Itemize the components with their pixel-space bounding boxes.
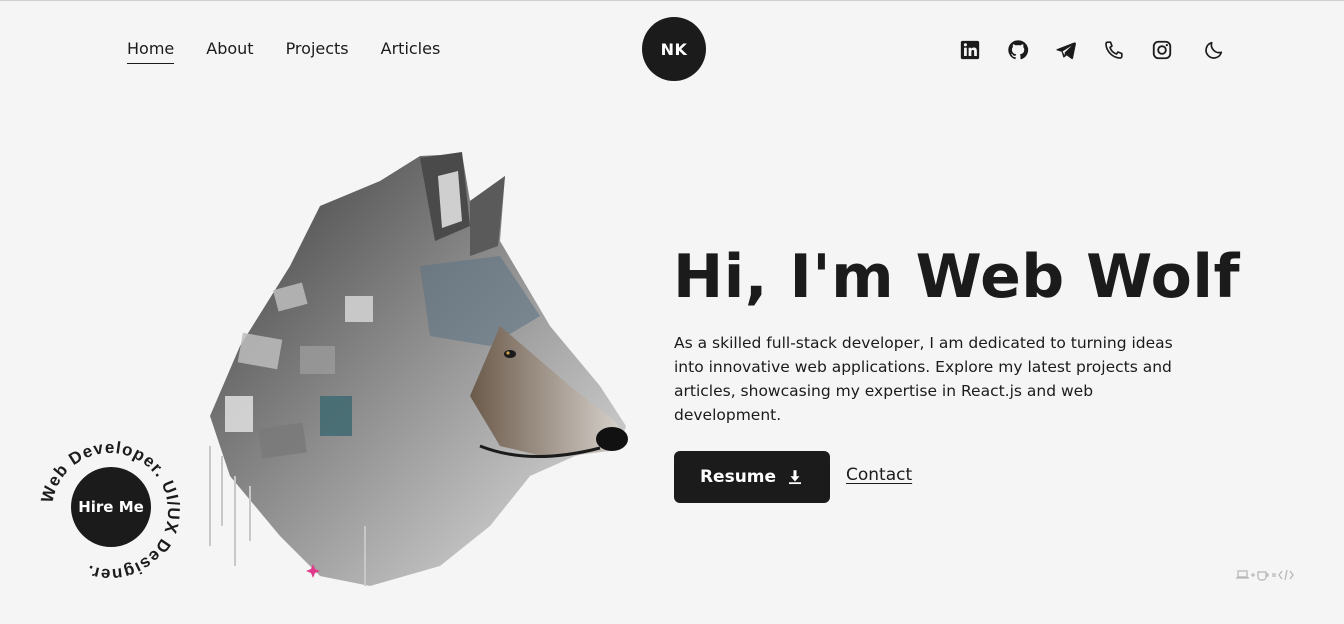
hero-title: Hi, I'm Web Wolf [673,242,1241,312]
instagram-icon[interactable] [1138,35,1186,65]
resume-label: Resume [699,467,777,487]
laptop-coffee-code-icon [1236,569,1294,581]
linkedin-icon[interactable] [946,35,994,65]
resume-button[interactable]: Resume [674,451,830,503]
nav-home-link[interactable]: Home [127,39,175,64]
telegram-icon[interactable] [1042,35,1090,65]
download-icon [789,470,802,485]
phone-icon[interactable] [1090,35,1138,65]
github-icon[interactable] [994,35,1042,65]
main-nav: Home About Projects Articles [127,39,441,64]
logo[interactable]: NK [642,17,706,81]
hire-me-button[interactable]: Hire Me [71,467,151,547]
nav-about-link[interactable]: About [206,39,253,62]
nav-projects-link[interactable]: Projects [286,39,349,62]
hire-me-badge: Web Developer. UI/UX Designer. Hire Me [36,437,184,585]
social-links [946,35,1238,65]
moon-icon[interactable] [1190,35,1238,65]
wolf-illustration [209,152,628,586]
nav-articles-link[interactable]: Articles [381,39,441,62]
hero-description: As a skilled full-stack developer, I am … [674,334,1173,424]
contact-link[interactable]: Contact [846,465,912,485]
